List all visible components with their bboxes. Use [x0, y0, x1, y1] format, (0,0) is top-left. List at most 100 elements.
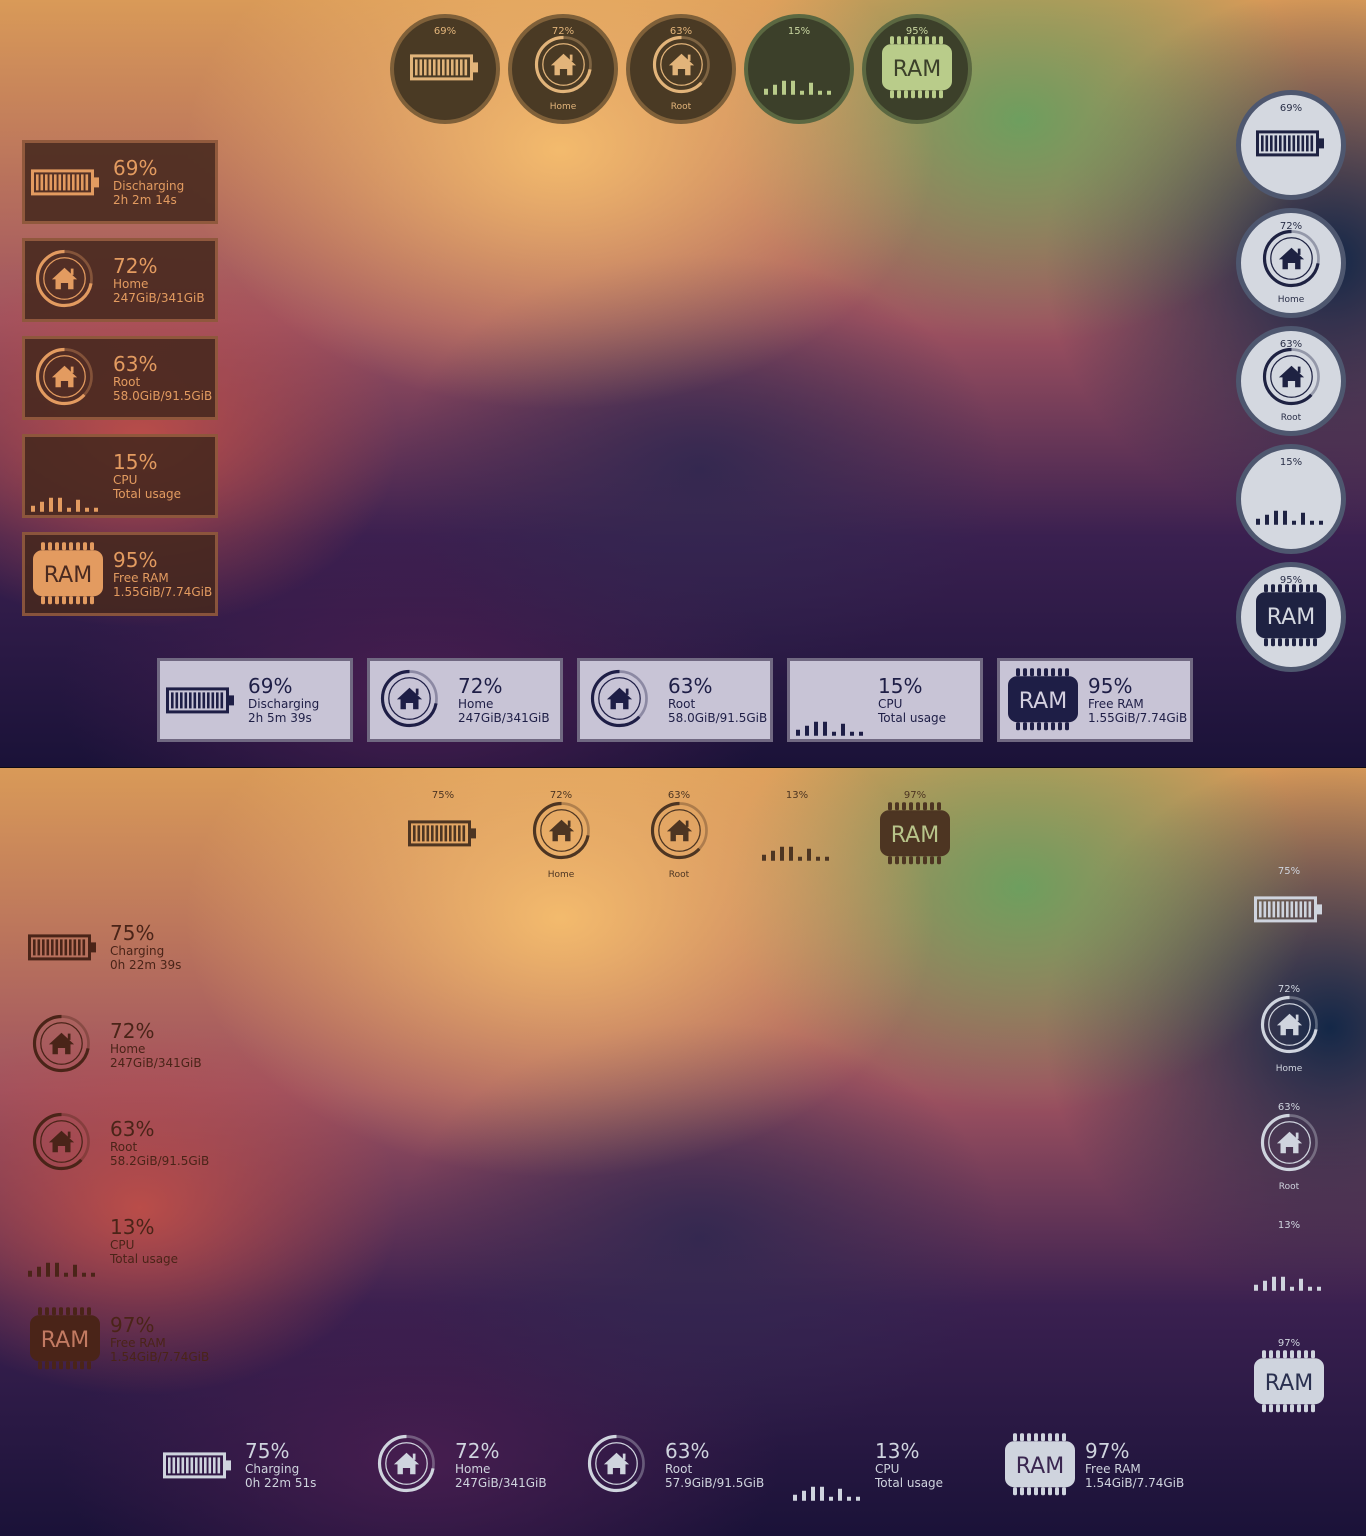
home-disk-icon — [530, 799, 593, 866]
cpu-circle-widget[interactable]: 13% — [744, 782, 850, 888]
widget-percent: 72% — [1279, 221, 1303, 232]
widget-detail: 58.0GiB/91.5GiB — [668, 711, 768, 725]
ram-panel-widget[interactable]: RAM 97% Free RAM 1.54GiB/7.74GiB — [997, 1426, 1193, 1510]
ram-icon: RAM — [880, 801, 950, 869]
widget-percent: 15% — [878, 674, 923, 698]
disk-panel-widget[interactable]: 72% Home 247GiB/341GiB — [367, 658, 563, 742]
widget-percent: 97% — [1277, 1338, 1301, 1349]
ram-circle-widget[interactable]: 95% RAM — [1236, 562, 1346, 672]
ram-circle-widget[interactable]: 97% RAM — [862, 782, 968, 888]
widget-percent: 63% — [665, 1439, 710, 1463]
battery-icon — [1256, 128, 1326, 163]
widget-info: 13% CPU Total usage — [875, 1440, 943, 1490]
home-disk-icon — [375, 1432, 438, 1499]
widget-percent: 13% — [875, 1439, 920, 1463]
widget-percent: 95% — [113, 548, 158, 572]
widget-percent: 75% — [1277, 866, 1301, 877]
ram-panel-widget[interactable]: RAM 97% Free RAM 1.54GiB/7.74GiB — [22, 1300, 218, 1384]
widget-percent: 13% — [110, 1215, 155, 1239]
widget-detail: CPU — [875, 1462, 900, 1476]
widget-info: 97% Free RAM 1.54GiB/7.74GiB — [1085, 1440, 1184, 1490]
widget-detail: 58.2GiB/91.5GiB — [110, 1154, 210, 1168]
battery-circle-widget[interactable]: 69% — [1236, 90, 1346, 200]
ram-panel-widget[interactable]: RAM 95% Free RAM 1.55GiB/7.74GiB — [997, 658, 1193, 742]
home-disk-icon — [650, 33, 713, 100]
disk-panel-widget[interactable]: 63% Root 57.9GiB/91.5GiB — [577, 1426, 773, 1510]
home-disk-icon — [585, 1432, 648, 1499]
battery-panel-widget[interactable]: 69% Discharging 2h 2m 14s — [22, 140, 218, 224]
disk-panel-widget[interactable]: 63% Root 58.0GiB/91.5GiB — [577, 658, 773, 742]
home-disk-icon — [30, 1012, 93, 1079]
disk-circle-widget[interactable]: 72% Home — [508, 14, 618, 124]
battery-icon — [163, 1450, 233, 1485]
svg-text:RAM: RAM — [1016, 1454, 1064, 1479]
svg-text:RAM: RAM — [1019, 689, 1067, 714]
disk-circle-widget[interactable]: 63% Root — [626, 14, 736, 124]
widget-detail: Discharging — [248, 697, 320, 711]
widget-detail: Free RAM — [110, 1336, 166, 1350]
cpu-panel-widget[interactable]: 15% CPU Total usage — [787, 658, 983, 742]
disk-panel-widget[interactable]: 72% Home 247GiB/341GiB — [22, 1006, 218, 1090]
disk-panel-widget[interactable]: 63% Root 58.2GiB/91.5GiB — [22, 1104, 218, 1188]
widget-detail: Total usage — [875, 1476, 944, 1490]
battery-circle-widget[interactable]: 69% — [390, 14, 500, 124]
widget-detail: Home — [110, 1042, 146, 1056]
ram-circle-widget[interactable]: 97% RAM — [1236, 1330, 1342, 1436]
disk-panel-widget[interactable]: 63% Root 58.0GiB/91.5GiB — [22, 336, 218, 420]
disk-circle-widget[interactable]: 72% Home — [1236, 208, 1346, 318]
widget-detail: 0h 22m 51s — [245, 1476, 317, 1490]
disk-circle-widget[interactable]: 72% Home — [1236, 976, 1342, 1082]
widget-detail: CPU — [113, 473, 138, 487]
ram-circle-widget[interactable]: 95% RAM — [862, 14, 972, 124]
cpu-panel-widget[interactable]: 13% CPU Total usage — [22, 1202, 218, 1286]
cpu-panel-widget[interactable]: 15% CPU Total usage — [22, 434, 218, 518]
widget-info: 69% Discharging 2h 5m 39s — [248, 675, 319, 725]
ram-icon: RAM — [1256, 583, 1326, 651]
cpu-icon — [762, 844, 832, 866]
battery-panel-widget[interactable]: 75% Charging 0h 22m 39s — [22, 908, 218, 992]
disk-panel-widget[interactable]: 72% Home 247GiB/341GiB — [22, 238, 218, 322]
disk-circle-widget[interactable]: 63% Root — [1236, 326, 1346, 436]
cpu-icon — [796, 719, 866, 741]
svg-text:RAM: RAM — [893, 57, 941, 82]
widget-percent: 13% — [785, 790, 809, 801]
widget-detail: Home — [113, 277, 149, 291]
battery-panel-widget[interactable]: 69% Discharging 2h 5m 39s — [157, 658, 353, 742]
cpu-icon — [764, 78, 834, 100]
widget-percent: 15% — [113, 450, 158, 474]
widget-percent: 69% — [248, 674, 293, 698]
cpu-circle-widget[interactable]: 15% — [1236, 444, 1346, 554]
widget-detail: Root — [113, 375, 141, 389]
widget-label: Root — [668, 870, 690, 880]
widget-detail: Free RAM — [1088, 697, 1144, 711]
widget-detail: 247GiB/341GiB — [113, 291, 205, 305]
cpu-panel-widget[interactable]: 13% CPU Total usage — [787, 1426, 983, 1510]
widget-percent: 15% — [787, 26, 811, 37]
ram-panel-widget[interactable]: RAM 95% Free RAM 1.55GiB/7.74GiB — [22, 532, 218, 616]
home-disk-icon — [1260, 227, 1323, 294]
disk-circle-widget[interactable]: 63% Root — [626, 782, 732, 888]
widget-info: 15% CPU Total usage — [113, 451, 181, 501]
cpu-icon — [1254, 1274, 1324, 1296]
widget-info: 15% CPU Total usage — [878, 675, 946, 725]
home-disk-icon — [378, 667, 441, 734]
widget-detail: Free RAM — [1085, 1462, 1141, 1476]
disk-panel-widget[interactable]: 72% Home 247GiB/341GiB — [367, 1426, 563, 1510]
battery-circle-widget[interactable]: 75% — [390, 782, 496, 888]
battery-circle-widget[interactable]: 75% — [1236, 858, 1342, 964]
widget-percent: 13% — [1277, 1220, 1301, 1231]
cpu-circle-widget[interactable]: 15% — [744, 14, 854, 124]
widget-percent: 95% — [1279, 575, 1303, 586]
disk-circle-widget[interactable]: 63% Root — [1236, 1094, 1342, 1200]
widget-info: 72% Home 247GiB/341GiB — [110, 1020, 202, 1070]
widget-info: 72% Home 247GiB/341GiB — [455, 1440, 547, 1490]
cpu-circle-widget[interactable]: 13% — [1236, 1212, 1342, 1318]
widget-detail: 1.54GiB/7.74GiB — [1085, 1476, 1185, 1490]
battery-icon — [166, 685, 236, 720]
widget-detail: CPU — [878, 697, 903, 711]
widget-percent: 69% — [1279, 103, 1303, 114]
widget-percent: 95% — [1088, 674, 1133, 698]
widget-percent: 97% — [110, 1313, 155, 1337]
disk-circle-widget[interactable]: 72% Home — [508, 782, 614, 888]
battery-panel-widget[interactable]: 75% Charging 0h 22m 51s — [157, 1426, 353, 1510]
